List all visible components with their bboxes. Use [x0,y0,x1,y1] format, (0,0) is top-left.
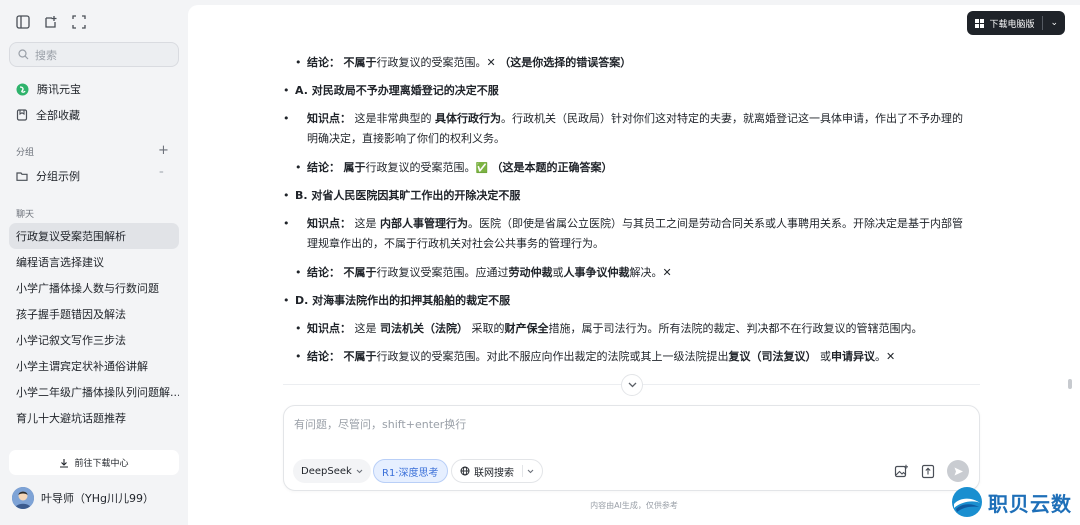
sidebar-item-label: 腾讯元宝 [37,83,81,96]
sidebar-toggle-icon[interactable] [15,14,31,30]
check-icon: ✅ [475,163,488,174]
sidebar: 搜索 腾讯元宝 全部收藏 分组 + 分组示例 ⁼ 聊天 行政复议受案范围解析 编… [0,0,188,525]
close-icon: ✕ [886,350,896,363]
scroll-down-button[interactable] [621,374,643,396]
composer-actions [894,460,969,482]
option-b-conclusion: • 结论： 不属于行政复议受案范围。应通过劳动仲裁或人事争议仲裁解决。✕ [295,266,672,279]
chat-item[interactable]: 孩子握手题错因及解法 [9,301,179,327]
chat-section-label: 聊天 [16,210,35,220]
sidebar-item-label: 全部收藏 [36,109,80,122]
folder-icon [16,172,28,181]
message-input[interactable]: 有问题，尽管问，shift+enter换行 [294,416,466,432]
option-d-conclusion: • 结论： 不属于行政复议的受案范围。对此不服应向作出裁定的法院或其上一级法院提出… [295,350,896,363]
yuanbao-logo-icon [16,83,29,95]
download-center-button[interactable]: 前往下载中心 [9,450,179,475]
search-icon [18,49,29,60]
send-icon [954,467,963,475]
close-icon: ✕ [486,56,496,69]
group-section-label: 分组 [16,148,35,158]
chevron-down-icon [356,469,363,473]
screenshot-icon[interactable] [71,14,87,30]
new-chat-icon[interactable] [43,14,59,30]
conclusion-c: • 结论： 不属于行政复议的受案范围。✕ （这是你选择的错误答案） [295,56,632,69]
download-center-label: 前往下载中心 [74,459,129,469]
option-a-heading: • A. 对民政局不予办理离婚登记的决定不服 [283,84,499,97]
chevron-down-icon [628,382,636,388]
deep-think-toggle[interactable]: R1·深度思考 [373,459,448,483]
option-a-conclusion: • 结论： 属于行政复议的受案范围。✅ （这是本题的正确答案） [295,161,613,174]
message-composer[interactable]: 有问题，尽管问，shift+enter换行 DeepSeek R1·深度思考 联… [283,405,980,491]
main-panel: 下载电脑版 ⌄ • 结论： 不属于行政复议的受案范围。✕ （这是你选择的错误答案）… [188,5,1080,525]
sidebar-item-favorites[interactable]: 全部收藏 [16,107,80,123]
user-profile[interactable]: 叶导师（YHg川儿99） [12,487,154,509]
sidebar-top-icons [15,14,87,30]
chat-item[interactable]: 小学广播体操人数与行数问题 [9,275,179,301]
add-group-icon[interactable]: + [158,143,169,158]
chevron-down-icon[interactable]: ⌄ [1043,18,1065,28]
option-d-knowledge: • 知识点： 这是 司法机关（法院） 采取的财产保全措施，属于司法行为。所有法院的… [295,322,923,335]
watermark: 职贝云数 [950,485,1072,519]
chat-item[interactable]: 育儿十大避坑话题推荐 [9,405,179,431]
send-button[interactable] [947,460,969,482]
deep-think-label: R1·深度思考 [382,467,439,479]
option-a-knowledge: • 知识点： 这是非常典型的 具体行政行为。行政机关（民政局）针对你们这对特定的夫… [283,112,963,145]
chat-item[interactable]: 小学二年级广播体操队列问题解... [9,379,179,405]
sidebar-item-label: 分组示例 [36,170,80,183]
web-search-label: 联网搜索 [474,467,514,479]
globe-icon [460,466,470,476]
option-b-heading: • B. 对省人民医院因其旷工作出的开除决定不服 [283,189,521,202]
sidebar-item-yuanbao[interactable]: 腾讯元宝 [16,81,81,97]
chevron-down-icon[interactable] [527,469,534,474]
chat-item[interactable]: 行政复议受案范围解析 [9,223,179,249]
watermark-logo-icon [952,487,982,517]
search-placeholder: 搜索 [35,48,57,62]
download-icon [60,458,69,468]
model-select[interactable]: DeepSeek [293,459,371,483]
download-pc-label: 下载电脑版 [989,19,1035,30]
chat-item[interactable]: 编程语言选择建议 [9,249,179,275]
file-upload-icon[interactable] [921,464,935,479]
download-pc-button[interactable]: 下载电脑版 ⌄ [967,11,1065,35]
chat-item[interactable]: 小学主谓宾定状补通俗讲解 [9,353,179,379]
avatar [12,487,34,509]
chat-list: 行政复议受案范围解析 编程语言选择建议 小学广播体操人数与行数问题 孩子握手题错… [9,223,179,431]
windows-icon [975,18,985,28]
scrollbar[interactable] [1068,379,1072,389]
image-upload-icon[interactable] [894,464,909,479]
user-name: 叶导师（YHg川儿99） [41,492,154,505]
close-icon: ✕ [662,266,672,279]
pin-icon[interactable]: ⁼ [159,170,164,180]
chat-item[interactable]: 小学记叙文写作三步法 [9,327,179,353]
watermark-text: 职贝云数 [988,491,1072,516]
option-b-knowledge: • 知识点： 这是 内部人事管理行为。医院（即使是省属公立医院）与其员工之间是劳动… [283,217,963,250]
web-search-toggle[interactable]: 联网搜索 [451,459,543,483]
search-input[interactable]: 搜索 [9,42,179,67]
ai-disclaimer: 内容由AI生成，仅供参考 [590,501,678,510]
option-d-heading: • D. 对海事法院作出的扣押其船舶的裁定不服 [283,294,511,307]
sidebar-item-group-example[interactable]: 分组示例 [16,168,80,184]
bookmark-icon [16,109,28,121]
model-label: DeepSeek [301,465,352,477]
